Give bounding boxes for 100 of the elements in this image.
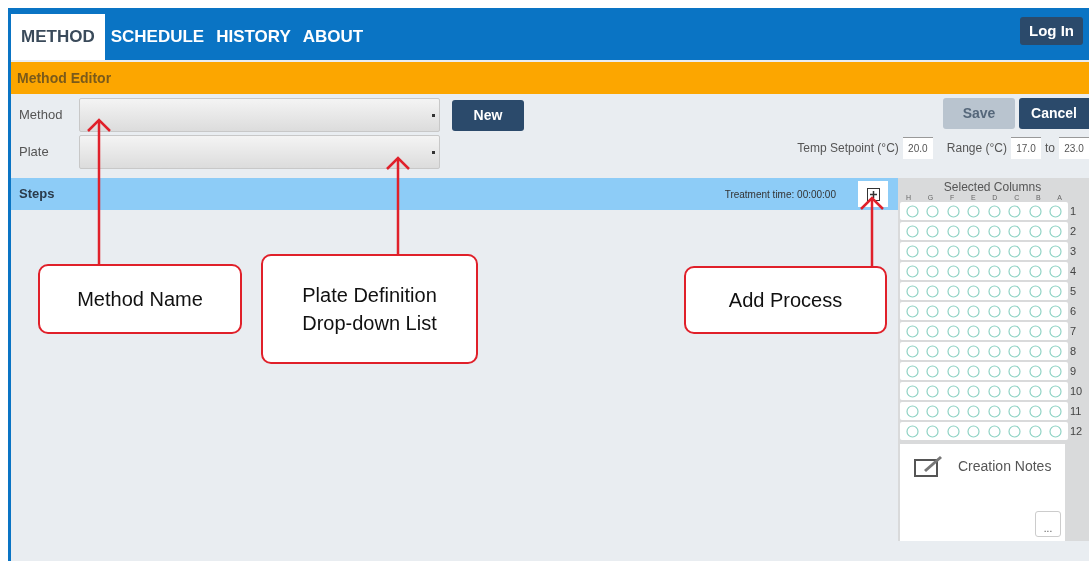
well-row[interactable] [900,322,1068,340]
section-title: Method Editor [11,62,1089,94]
well-icon [926,344,940,358]
well-row[interactable] [900,302,1068,320]
callout: Method Name [38,264,242,334]
well-icon [946,284,960,298]
well-icon [905,384,919,398]
well-icon [1049,424,1063,438]
well-icon [1008,224,1022,238]
tab[interactable]: HISTORY [210,14,297,60]
well-row[interactable] [900,382,1068,400]
well-icon [987,344,1001,358]
well-icon [926,224,940,238]
well-icon [967,424,981,438]
well-icon [926,404,940,418]
well-icon [967,304,981,318]
well-icon [1028,364,1042,378]
steps-title: Steps [19,185,55,204]
cancel-button[interactable]: Cancel [1019,98,1089,129]
well-row[interactable] [900,422,1068,440]
well-icon [1049,344,1063,358]
method-dropdown[interactable] [79,98,440,132]
well-icon [1049,384,1063,398]
well-icon [1049,284,1063,298]
row-label: 11 [1070,403,1082,419]
well-icon [1008,264,1022,278]
well-icon [905,344,919,358]
well-icon [926,284,940,298]
well-icon [987,404,1001,418]
well-icon [1049,204,1063,218]
well-icon [1028,324,1042,338]
range-min-field[interactable]: 17.0 [1011,137,1041,159]
well-icon [1049,244,1063,258]
well-icon [967,324,981,338]
arrow [860,196,884,266]
well-icon [905,204,919,218]
tab[interactable]: METHOD [11,14,105,60]
well-icon [946,344,960,358]
field-label: Range (°C) [946,140,1007,157]
field-label: Method [19,106,64,125]
login-button[interactable]: Log In [1020,16,1083,46]
tab[interactable]: ABOUT [296,14,370,60]
well-icon [946,424,960,438]
plate-dropdown[interactable] [79,135,440,169]
well-icon [946,264,960,278]
row-label: 7 [1070,323,1077,339]
well-icon [1028,404,1042,418]
row-label: 5 [1070,283,1077,299]
add-process-button[interactable] [858,181,888,207]
field-label: Plate [19,143,50,162]
well-icon [1008,244,1022,258]
well-icon [926,264,940,278]
well-icon [987,204,1001,218]
well-icon [905,364,919,378]
well-icon [967,204,981,218]
well-icon [967,244,981,258]
well-icon [905,324,919,338]
well-icon [1028,284,1042,298]
well-icon [946,324,960,338]
tab[interactable]: SCHEDULE [104,14,211,60]
well-icon [987,284,1001,298]
well-row[interactable] [900,262,1068,280]
well-icon [1049,364,1063,378]
well-icon [1008,364,1022,378]
range-separator: to [1045,140,1055,157]
well-row[interactable] [900,222,1068,240]
well-icon [946,364,960,378]
well-icon [987,304,1001,318]
well-icon [1028,264,1042,278]
more-button[interactable]: ... [1035,511,1061,537]
well-icon [926,384,940,398]
well-icon [987,224,1001,238]
well-icon [905,304,919,318]
well-icon [967,224,981,238]
temp-setpoint-field[interactable]: 20.0 [902,137,933,159]
well-row[interactable] [900,282,1068,300]
well-row[interactable] [900,402,1068,420]
callout: Plate Definition Drop-down List [261,254,478,364]
row-label: 9 [1070,363,1077,379]
row-label: 6 [1070,303,1077,319]
well-row[interactable] [900,202,1068,220]
well-icon [967,404,981,418]
well-icon [1028,204,1042,218]
well-icon [905,244,919,258]
well-icon [1028,244,1042,258]
well-icon [1008,404,1022,418]
well-icon [987,244,1001,258]
new-button[interactable]: New [452,99,524,131]
row-label: 12 [1070,423,1083,439]
well-row[interactable] [900,362,1068,380]
range-max-field[interactable]: 23.0 [1059,137,1089,159]
well-icon [987,384,1001,398]
well-icon [987,424,1001,438]
creation-notes-label: Creation Notes [958,456,1052,476]
well-row[interactable] [900,342,1068,360]
well-row[interactable] [900,242,1068,260]
well-icon [1049,224,1063,238]
well-icon [905,264,919,278]
well-icon [905,284,919,298]
well-icon [926,304,940,318]
